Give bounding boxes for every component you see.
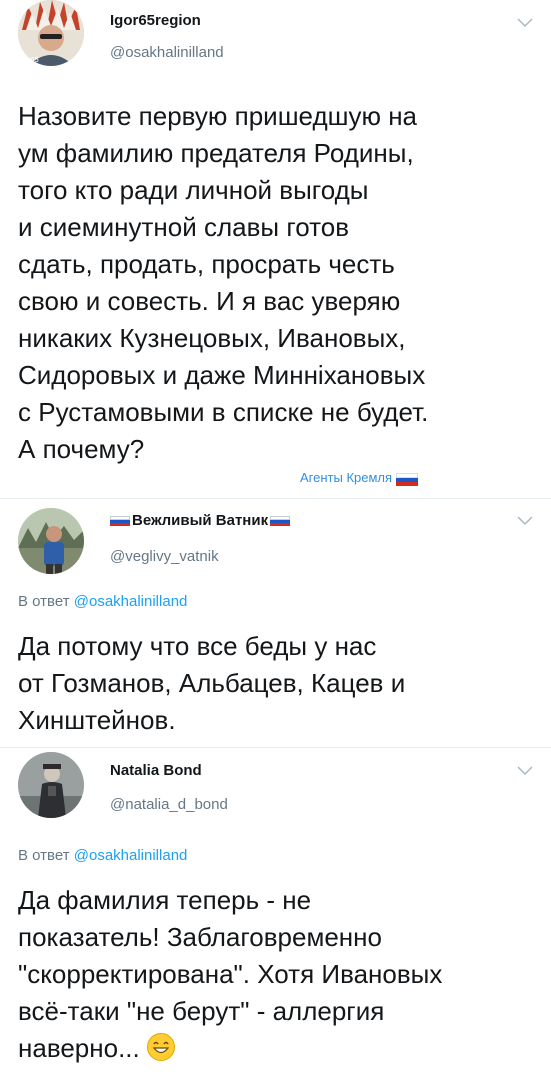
- tweet-text: Да фамилия теперь - не показатель! Забла…: [18, 882, 442, 1067]
- user-handle[interactable]: @veglivy_vatnik: [110, 548, 219, 565]
- avatar-image-icon: [18, 508, 84, 574]
- display-name[interactable]: Вежливый Ватник: [110, 512, 291, 529]
- reply-to-link[interactable]: @osakhalinilland: [74, 847, 188, 864]
- tweet-line: сдать, продать, просрать честь: [18, 249, 395, 279]
- tweet-3: Natalia Bond @natalia_d_bond В ответ @os…: [0, 748, 551, 1080]
- reply-context: В ответ @osakhalinilland: [18, 847, 187, 864]
- avatar[interactable]: [18, 752, 84, 818]
- russian-flag-icon: [395, 472, 418, 486]
- tweet-line: свою и совесть. И я вас уверяю: [18, 286, 401, 316]
- display-name[interactable]: Natalia Bond: [110, 762, 202, 779]
- tweet-text: Да потому что все беды у нас от Гозманов…: [18, 628, 405, 739]
- tweet-line: "скорректирована". Хотя Ивановых: [18, 959, 443, 989]
- chevron-down-icon[interactable]: [517, 18, 533, 28]
- tweet-2: Вежливый Ватник @veglivy_vatnik В ответ …: [0, 500, 551, 745]
- tweet-line: Назовите первую пришедшую на: [18, 101, 418, 131]
- tweet-line: никаких Кузнецовых, Ивановых,: [18, 323, 406, 353]
- tweet-line: и сиеминутной славы готов: [18, 212, 350, 242]
- svg-text:65: 65: [30, 56, 39, 64]
- tweet-line: показатель! Заблаговременно: [18, 922, 382, 952]
- display-name-text: Вежливый Ватник: [132, 512, 269, 529]
- tweet-1: 65 Igor65region @osakhalinilland Назовит…: [0, 0, 551, 500]
- tweet-line: того кто ради личной выгоды: [18, 175, 369, 205]
- avatar[interactable]: 65: [18, 0, 84, 66]
- tweet-line: Хинштейнов.: [18, 705, 176, 735]
- tweet-line: от Гозманов, Альбацев, Кацев и: [18, 668, 406, 698]
- user-handle[interactable]: @natalia_d_bond: [110, 796, 228, 813]
- separator: [0, 498, 551, 499]
- russian-flag-icon: [110, 516, 130, 526]
- tweet-line: А почему?: [18, 434, 145, 464]
- russian-flag-icon: [270, 516, 291, 526]
- avatar[interactable]: [18, 508, 84, 574]
- reply-prefix: В ответ: [18, 593, 70, 610]
- tweet-line: Сидоровых и даже Минніхановых: [18, 360, 426, 390]
- tweet-line: Да фамилия теперь - не: [18, 885, 312, 915]
- tweet-line: наверно...: [18, 1030, 442, 1067]
- tweet-text: Назовите первую пришедшую на ум фамилию …: [18, 98, 428, 468]
- reply-context: В ответ @osakhalinilland: [18, 593, 187, 610]
- avatar-image-icon: [18, 752, 84, 818]
- reply-prefix: В ответ: [18, 847, 70, 864]
- watermark-text: Агенты Кремля: [300, 470, 393, 485]
- tweet-line: ум фамилию предателя Родины,: [18, 138, 414, 168]
- reply-to-link[interactable]: @osakhalinilland: [74, 593, 188, 610]
- tweet-line: Да потому что все беды у нас: [18, 631, 377, 661]
- tweet-line-text: наверно...: [18, 1033, 140, 1063]
- display-name[interactable]: Igor65region: [110, 12, 201, 29]
- user-handle[interactable]: @osakhalinilland: [110, 44, 224, 61]
- tweet-line: всё-таки "не берут" - аллергия: [18, 996, 385, 1026]
- avatar-image-icon: 65: [18, 0, 84, 66]
- grinning-emoji-icon: [146, 1033, 175, 1061]
- watermark: Агенты Кремля: [300, 470, 418, 486]
- tweet-line: с Рустамовыми в списке не будет.: [18, 397, 429, 427]
- chevron-down-icon[interactable]: [517, 516, 533, 526]
- chevron-down-icon[interactable]: [517, 766, 533, 776]
